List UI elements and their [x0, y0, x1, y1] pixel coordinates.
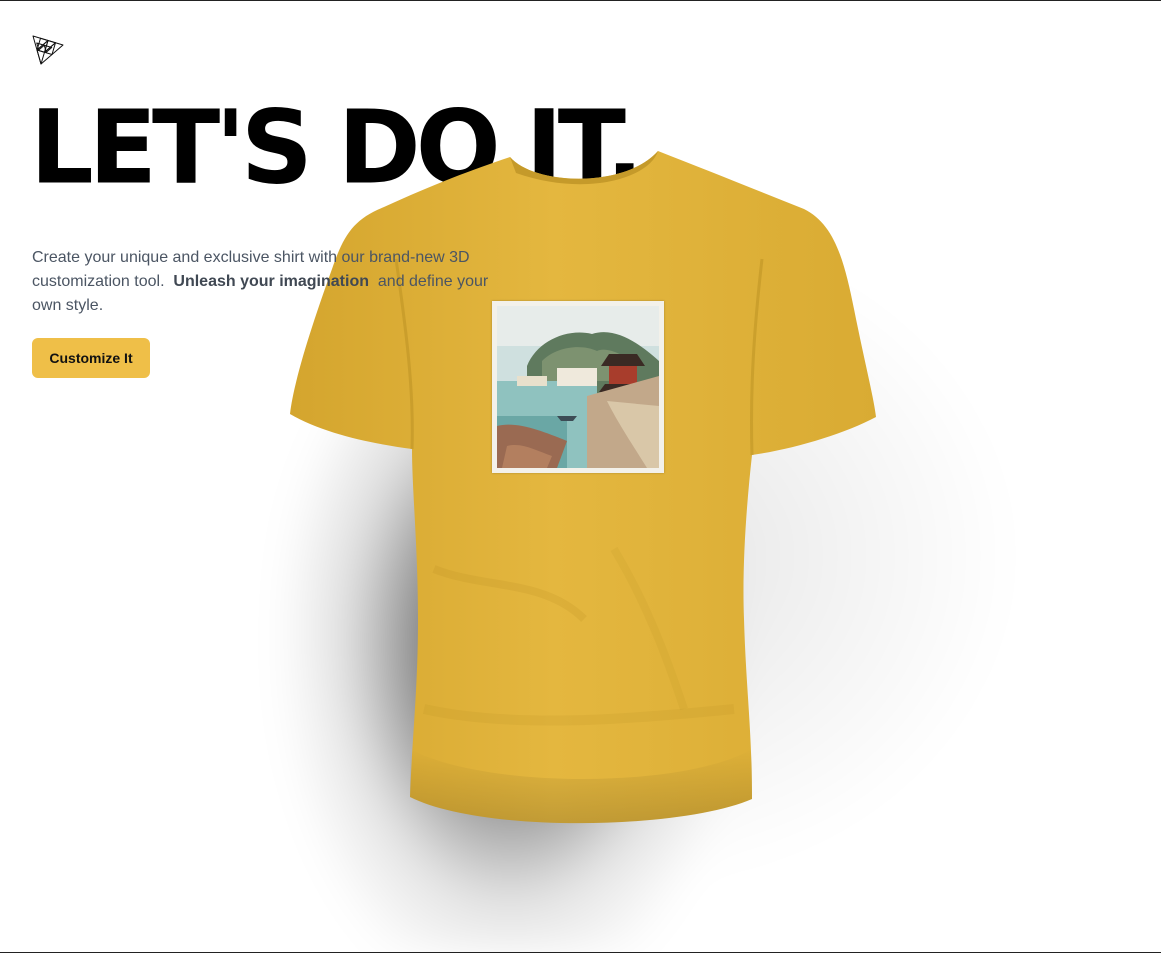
home-page: LET'S DO IT. Create your unique and excl…	[0, 1, 1161, 952]
painting-decal-image	[492, 301, 664, 473]
customize-it-button[interactable]: Customize It	[32, 338, 150, 378]
hero-description: Create your unique and exclusive shirt w…	[32, 246, 492, 318]
threejs-logo-icon[interactable]	[32, 34, 64, 66]
description-emphasis: Unleash your imagination	[173, 273, 369, 290]
